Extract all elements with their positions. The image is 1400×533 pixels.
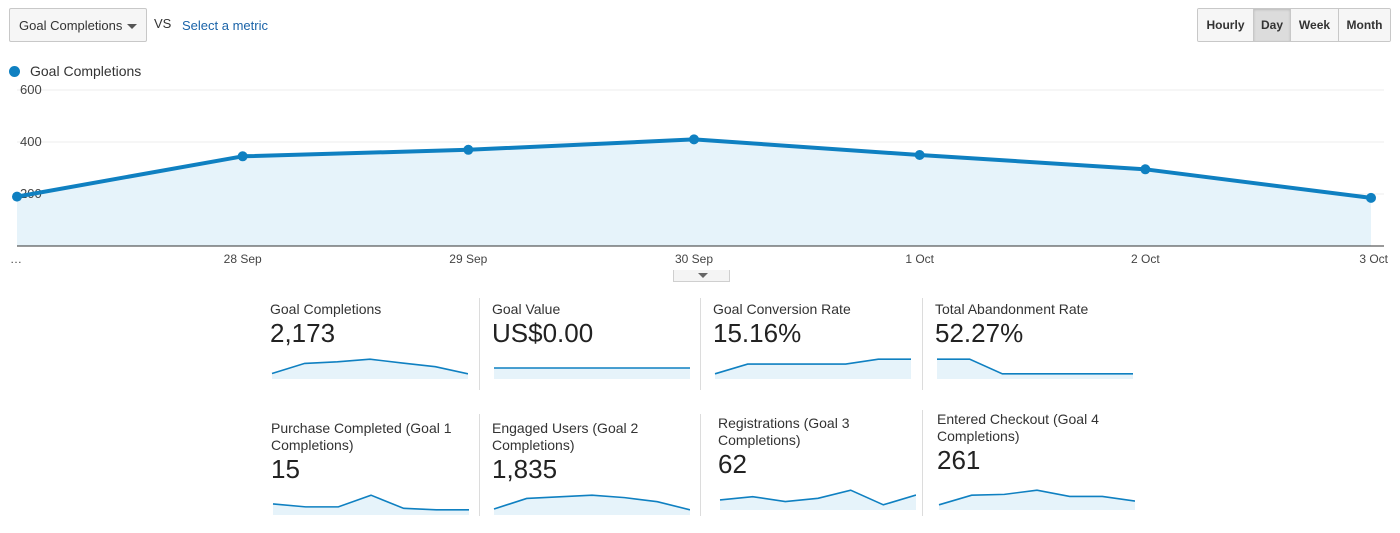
tile-value: 62 — [718, 449, 747, 479]
tile-entered-checkout[interactable]: Entered Checkout (Goal 4 Completions) 26… — [937, 411, 1137, 511]
chart-legend: Goal Completions — [9, 63, 141, 79]
tile-label: Entered Checkout (Goal 4 Completions) — [937, 411, 1099, 444]
x-tick-label: … — [10, 252, 22, 266]
tile-divider — [922, 410, 923, 516]
tile-goal-value[interactable]: Goal Value US$0.00 — [492, 301, 692, 381]
tile-label: Goal Conversion Rate — [713, 301, 851, 317]
tile-divider — [700, 298, 701, 390]
tile-label: Registrations (Goal 3 Completions) — [718, 415, 850, 448]
tile-divider — [700, 414, 701, 516]
tile-goal-completions[interactable]: Goal Completions 2,173 — [270, 301, 470, 381]
data-point — [1366, 192, 1376, 203]
x-tick-label: 28 Sep — [224, 252, 262, 266]
data-point — [914, 150, 925, 160]
tile-label: Goal Completions — [270, 301, 382, 317]
series-area — [17, 139, 1371, 246]
tile-goal-conversion-rate[interactable]: Goal Conversion Rate 15.16% — [713, 301, 913, 381]
tile-label: Goal Value — [492, 301, 561, 317]
month-button[interactable]: Month — [1338, 9, 1390, 41]
data-point — [689, 134, 699, 145]
metric-select[interactable]: Goal Completions — [9, 8, 147, 42]
tile-sparkline — [714, 358, 911, 379]
tile-purchase-completed[interactable]: Purchase Completed (Goal 1 Completions) … — [271, 420, 471, 516]
x-tick-label: 3 Oct — [1359, 252, 1388, 266]
data-point — [463, 144, 474, 155]
tile-registrations[interactable]: Registrations (Goal 3 Completions) 62 — [718, 415, 918, 511]
tile-sparkline — [493, 494, 690, 515]
sparkline-area — [494, 495, 690, 515]
sparkline-area — [715, 359, 911, 379]
sparkline-area — [272, 359, 468, 379]
legend-label: Goal Completions — [30, 63, 142, 79]
data-point — [237, 151, 248, 162]
x-tick-label: 2 Oct — [1131, 252, 1160, 266]
tile-sparkline — [937, 358, 1133, 379]
y-tick-label: 400 — [20, 134, 42, 149]
tile-value: 1,835 — [492, 454, 558, 484]
sparkline-area — [273, 495, 469, 515]
data-point — [1140, 164, 1151, 175]
tile-value: 2,173 — [270, 318, 336, 348]
goal-completions-chart: 200400600… 28 Sep 29 Sep 30 Sep 1 Oct 2 Oct 3 … — [10, 85, 1389, 266]
tile-value: 15.16% — [713, 318, 802, 348]
hourly-button[interactable]: Hourly — [1198, 9, 1253, 41]
tile-sparkline — [719, 489, 916, 510]
x-tick-label: 1 Oct — [905, 252, 934, 266]
vs-label: VS — [154, 16, 172, 31]
x-tick-label: 29 Sep — [449, 252, 487, 266]
week-button[interactable]: Week — [1290, 9, 1338, 41]
tile-divider — [922, 298, 923, 390]
sparkline-area — [939, 490, 1135, 510]
tile-label: Total Abandonment Rate — [935, 301, 1089, 317]
triangle-down-icon — [698, 273, 708, 278]
granularity-toggle: Hourly Day Week Month — [1197, 8, 1391, 42]
metric-select-value: Goal Completions — [19, 17, 123, 33]
sparkline-area — [937, 359, 1133, 379]
tile-sparkline — [938, 489, 1135, 510]
data-point — [12, 191, 22, 202]
tile-divider — [479, 414, 480, 516]
tile-divider — [479, 298, 480, 390]
select-metric-link[interactable]: Select a metric — [182, 18, 268, 33]
chevron-down-icon — [127, 24, 137, 29]
tile-sparkline — [494, 367, 690, 379]
sparkline-area — [720, 490, 916, 510]
tile-value: 52.27% — [935, 318, 1024, 348]
tile-label: Engaged Users (Goal 2 Completions) — [492, 420, 639, 453]
x-tick-label: 30 Sep — [675, 252, 713, 266]
y-tick-label: 600 — [20, 85, 42, 97]
tile-value: US$0.00 — [492, 318, 594, 348]
tile-total-abandonment-rate[interactable]: Total Abandonment Rate 52.27% — [935, 301, 1135, 381]
tile-value: 261 — [937, 445, 981, 475]
legend-dot-icon — [9, 65, 20, 77]
tile-engaged-users[interactable]: Engaged Users (Goal 2 Completions) 1,835 — [492, 420, 692, 516]
tile-sparkline — [271, 358, 468, 379]
sparkline-area — [494, 368, 690, 379]
day-button[interactable]: Day — [1253, 9, 1290, 41]
tile-sparkline — [272, 494, 469, 515]
tile-value: 15 — [271, 454, 300, 484]
tile-label: Purchase Completed (Goal 1 Completions) — [271, 420, 452, 453]
collapse-chart-toggle[interactable] — [673, 270, 730, 282]
